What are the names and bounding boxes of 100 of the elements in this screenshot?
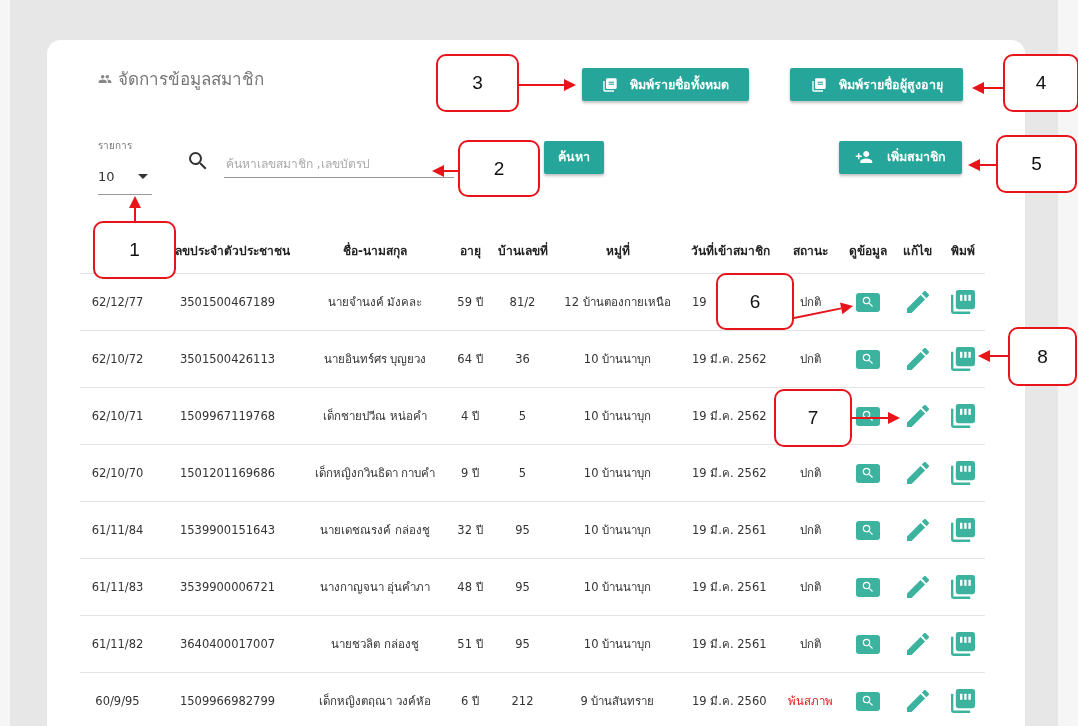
table-cell: 3640400017007 — [179, 637, 276, 651]
table-cell-text: 10 บ้านนาบุก — [583, 522, 652, 539]
table-cell: 60/9/95 — [95, 694, 140, 708]
column-header: อายุ — [459, 243, 481, 260]
callout-box: 2 — [458, 140, 540, 197]
pencil-icon[interactable] — [906, 291, 929, 313]
search-icon — [860, 409, 875, 423]
add-member-button[interactable]: เพิ่มสมาชิก — [839, 140, 962, 174]
document-stack-icon[interactable] — [950, 518, 975, 542]
pencil-icon[interactable] — [906, 519, 929, 541]
page-size-select[interactable]: รายการ 10 — [98, 135, 152, 195]
document-stack-icon — [602, 76, 618, 93]
callout-arrow — [978, 350, 1009, 362]
table-cell-text: 59 ปี — [457, 294, 483, 311]
pencil-icon[interactable] — [906, 633, 929, 655]
table-cell-text: 19 มี.ค. 2562 — [692, 351, 767, 368]
search-icon — [860, 637, 875, 651]
table-cell-text: 19 มี.ค. 2561 — [692, 636, 767, 653]
table-cell: 1509966982799 — [179, 694, 276, 708]
table-cell-text: 64 ปี — [457, 351, 483, 368]
table-cell: 3501500467189 — [179, 295, 276, 309]
document-stack-icon — [810, 76, 827, 93]
status-text: ปกติ — [799, 294, 821, 311]
table-cell: 62/12/77 — [91, 295, 144, 309]
table-cell-text: 10 บ้านนาบุก — [583, 636, 652, 653]
pencil-icon[interactable] — [906, 348, 929, 370]
table-cell: 61/11/82 — [91, 637, 144, 651]
column-header: บ้านเลขที่ — [497, 241, 548, 260]
column-header: วันที่เข้าสมาชิก — [690, 241, 770, 260]
table-cell-text: 51 ปี — [457, 636, 483, 653]
table-cell-text: 10 บ้านนาบุก — [583, 408, 652, 425]
pencil-icon[interactable] — [906, 576, 929, 598]
callout-box: 3 — [436, 54, 519, 112]
table-cell-text: 9 ปี — [461, 465, 479, 482]
column-header: แก้ไข — [903, 243, 932, 260]
table-cell: 5 — [518, 466, 527, 480]
table-cell: เด็กหญิงกวินธิดา กาบคำ — [314, 464, 436, 482]
table-cell-text: 10 บ้านนาบุก — [583, 465, 652, 482]
table-cell-text: 12 บ้านตองกายเหนือ — [564, 294, 671, 311]
table-cell: 62/10/71 — [91, 409, 144, 423]
status-text: ปกติ — [799, 522, 821, 539]
document-stack-icon[interactable] — [950, 290, 975, 314]
page-title: จัดการข้อมูลสมาชิก — [118, 68, 264, 92]
table-cell-text: 19 มี.ค. 2561 — [692, 522, 767, 539]
document-stack-icon[interactable] — [950, 404, 975, 428]
pencil-icon[interactable] — [906, 690, 929, 712]
view-button[interactable] — [855, 520, 880, 540]
table-cell-text: 19 มี.ค. 2561 — [692, 579, 767, 596]
callout-box: 4 — [1003, 54, 1078, 112]
status-text: พ้นสภาพ — [787, 693, 833, 710]
table-cell: 95 — [515, 637, 530, 651]
table-cell-text: 4 ปี — [461, 408, 479, 425]
document-stack-icon[interactable] — [950, 689, 975, 713]
callout-box: 1 — [93, 221, 176, 279]
search-button[interactable]: ค้นหา — [544, 140, 604, 174]
document-stack-icon[interactable] — [950, 461, 975, 485]
table-cell: 36 — [515, 352, 530, 366]
print-button[interactable]: พิมพ์รายชื่อผู้สูงอายุ — [790, 68, 963, 101]
table-cell-text: 32 ปี — [457, 522, 483, 539]
table-cell: 19 — [692, 295, 707, 309]
table-cell: 5 — [518, 409, 527, 423]
table-cell: 95 — [515, 523, 530, 537]
table-cell: 1509967119768 — [179, 409, 276, 423]
table-cell-text: 19 มี.ค. 2562 — [692, 408, 767, 425]
view-button[interactable] — [855, 349, 880, 369]
table-cell-text: นายจำนงค์ มังคละ — [327, 294, 423, 311]
column-header: ลขประจำตัวประชาชน — [175, 243, 290, 260]
callout-arrow — [129, 196, 141, 222]
print-button[interactable]: พิมพ์รายชื่อทั้งหมด — [582, 68, 749, 101]
column-header: ชื่อ-นามสกุล — [343, 241, 407, 260]
table-cell-text: 10 บ้านนาบุก — [583, 579, 652, 596]
document-stack-icon[interactable] — [950, 575, 975, 599]
view-button[interactable] — [855, 463, 880, 483]
table-cell-text: นายอินทร์ศร บุญยวง — [323, 351, 427, 368]
table-cell: 62/10/70 — [91, 466, 144, 480]
table-cell: 95 — [515, 580, 530, 594]
table-cell: 212 — [511, 694, 534, 708]
table-cell-text: 10 บ้านนาบุก — [583, 351, 652, 368]
search-icon — [860, 580, 875, 594]
view-button[interactable] — [855, 577, 880, 597]
table-cell: 62/10/72 — [91, 352, 144, 366]
table-cell: 1539900151643 — [179, 523, 276, 537]
search-field[interactable]: ค้นหาเลขสมาชิก ,เลขบัตรป — [224, 150, 454, 178]
table-cell-text: นายชวลิต กล่องชู — [331, 636, 419, 653]
document-stack-icon[interactable] — [950, 632, 975, 656]
callout-arrow — [851, 412, 900, 424]
callout-box: 5 — [996, 135, 1077, 193]
view-button[interactable] — [855, 634, 880, 654]
document-stack-icon[interactable] — [950, 347, 975, 371]
table-cell: 61/11/84 — [91, 523, 144, 537]
pencil-icon[interactable] — [906, 462, 929, 484]
callout-box: 7 — [774, 389, 852, 447]
search-icon — [860, 523, 875, 537]
callout-arrow — [518, 79, 576, 91]
table-cell: เด็กหญิงตฤณา วงค์หัอ — [319, 692, 431, 710]
search-icon — [860, 694, 875, 708]
view-button[interactable] — [855, 691, 880, 711]
table-cell: เด็กชายปวีณ หน่อคำ — [323, 407, 427, 425]
view-button[interactable] — [855, 292, 880, 312]
pencil-icon[interactable] — [906, 405, 929, 427]
